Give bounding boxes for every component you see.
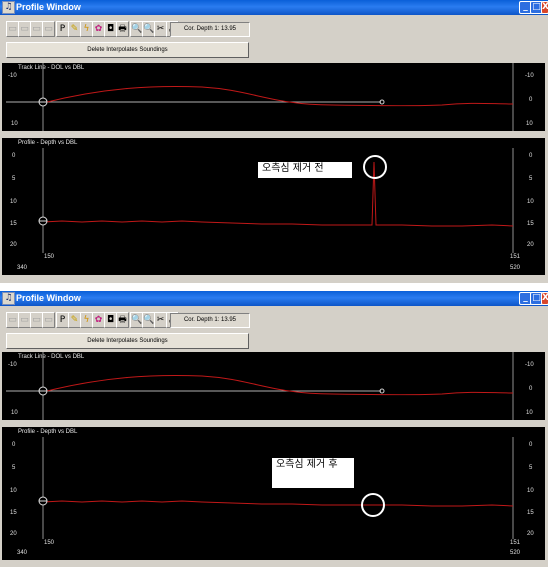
depth-readout: Cor. Depth 1: 13.95 (170, 313, 250, 328)
app-icon: ♫ (2, 292, 15, 305)
track-line-trace (42, 85, 514, 107)
tool-print-icon[interactable]: 🖶 (116, 21, 129, 37)
profile-window-after: ♫ Profile Window _ □ X ▭ ▭ ▭ ▭ P ✎ ϟ ✿ ◘… (0, 291, 548, 567)
delete-interpolates-button[interactable]: Delete Interpolates Soundings (6, 42, 249, 58)
track-plot (6, 352, 514, 420)
track-plot (6, 63, 514, 131)
track-line-panel[interactable]: Track Line - DOL vs DBL -10 10 -10 0 10 (2, 352, 545, 420)
after-caption: 오측심 제거 후 (272, 458, 354, 488)
profile-panel[interactable]: Profile - Depth vs DBL 0 5 10 15 20 0 5 … (2, 138, 545, 275)
profile-plot (38, 437, 514, 539)
delete-interpolates-button[interactable]: Delete Interpolates Soundings (6, 333, 249, 349)
window-title: Profile Window (16, 293, 81, 303)
window-title: Profile Window (16, 2, 81, 12)
tool-paste-icon[interactable]: ▭ (42, 312, 55, 328)
title-bar: ♫ Profile Window _ □ X (0, 0, 548, 15)
close-button[interactable]: X (541, 1, 548, 14)
before-caption: 오측심 제거 전 (258, 162, 352, 178)
profile-depth-trace (42, 500, 514, 507)
profile-panel[interactable]: Profile - Depth vs DBL 0 5 10 15 20 0 5 … (2, 427, 545, 560)
tool-paste-icon[interactable]: ▭ (42, 21, 55, 37)
spike-highlight-circle (363, 155, 387, 179)
profile-plot (38, 148, 514, 253)
depth-readout: Cor. Depth 1: 13.95 (170, 22, 250, 37)
title-bar: ♫ Profile Window _ □ X (0, 291, 548, 306)
profile-window-before: ♫ Profile Window _ □ X ▭ ▭ ▭ ▭ P ✎ ϟ ✿ ◘… (0, 0, 548, 283)
track-line-trace (42, 374, 514, 396)
tool-print-icon[interactable]: 🖶 (116, 312, 129, 328)
app-icon: ♫ (2, 1, 15, 14)
track-line-panel[interactable]: Track Line - DOL vs DBL -10 10 -10 0 10 (2, 63, 545, 131)
close-button[interactable]: X (541, 292, 548, 305)
